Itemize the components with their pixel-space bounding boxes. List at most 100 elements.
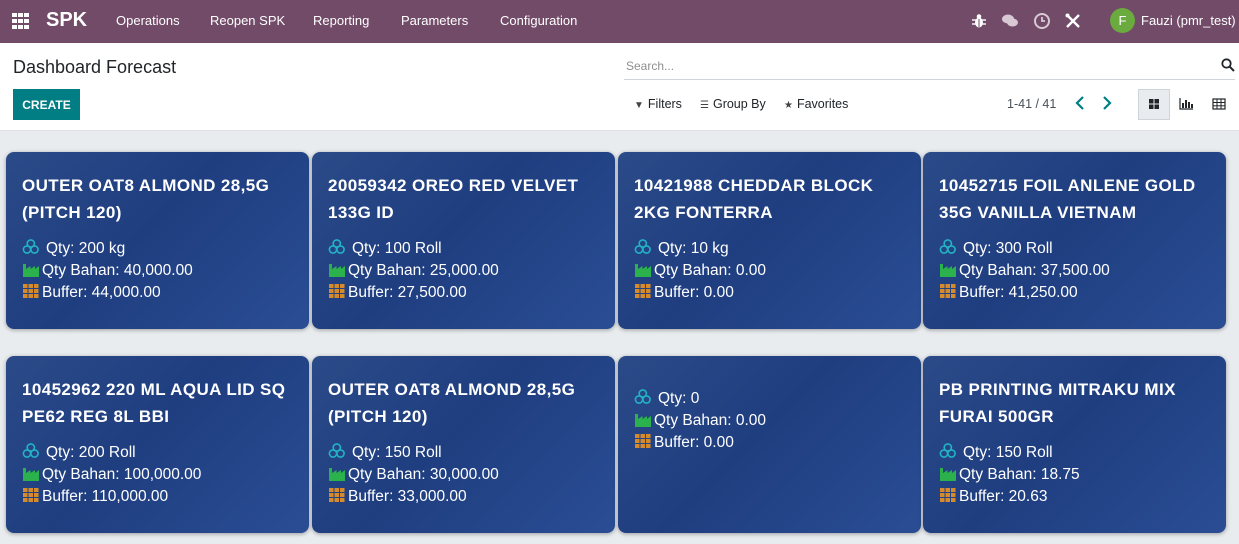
card-qty-bahan-value: Qty Bahan: 40,000.00 xyxy=(42,262,193,279)
industry-icon xyxy=(635,264,651,277)
user-avatar[interactable]: F xyxy=(1110,8,1135,33)
card-qty-bahan: Qty Bahan: 30,000.00 xyxy=(328,465,499,485)
card-buffer-value: Buffer: 41,250.00 xyxy=(959,284,1078,301)
menu-reporting[interactable]: Reporting xyxy=(313,13,369,28)
card-qty: Qty: 150 Roll xyxy=(328,443,442,463)
card-qty-value: Qty: 200 kg xyxy=(46,240,126,257)
menu-operations[interactable]: Operations xyxy=(116,13,180,28)
kanban-view-button[interactable] xyxy=(1138,89,1170,120)
card-title: 10452962 220 ML AQUA LID SQ PE62 REG 8L … xyxy=(22,380,286,426)
clock-icon[interactable] xyxy=(1033,12,1051,30)
card-qty-value: Qty: 150 Roll xyxy=(963,444,1053,461)
kanban-card[interactable]: 10452715 FOIL ANLENE GOLD 35G VANILLA VI… xyxy=(923,152,1226,329)
card-qty: Qty: 200 kg xyxy=(22,239,125,259)
card-qty: Qty: 300 Roll xyxy=(939,239,1053,259)
card-title: OUTER OAT8 ALMOND 28,5G (PITCH 120) xyxy=(22,176,270,222)
card-qty: Qty: 200 Roll xyxy=(22,443,136,463)
grid-icon xyxy=(23,284,39,298)
industry-icon xyxy=(329,264,345,277)
graph-view-button[interactable] xyxy=(1170,89,1202,120)
search-icon[interactable] xyxy=(1221,58,1235,72)
card-qty-bahan: Qty Bahan: 25,000.00 xyxy=(328,261,499,281)
card-buffer: Buffer: 27,500.00 xyxy=(328,283,467,303)
card-qty-bahan: Qty Bahan: 0.00 xyxy=(634,411,766,431)
card-qty-bahan-value: Qty Bahan: 25,000.00 xyxy=(348,262,499,279)
card-title: 10452715 FOIL ANLENE GOLD 35G VANILLA VI… xyxy=(939,176,1196,222)
menu-reopen-spk[interactable]: Reopen SPK xyxy=(210,13,285,28)
card-buffer-value: Buffer: 33,000.00 xyxy=(348,488,467,505)
card-buffer-value: Buffer: 0.00 xyxy=(654,284,734,301)
grid-icon xyxy=(635,284,651,298)
page-title: Dashboard Forecast xyxy=(13,57,177,77)
kanban-card[interactable]: Qty: 0 Qty Bahan: 0.00 Buffer: 0.00 xyxy=(618,356,921,533)
kanban-card[interactable]: OUTER OAT8 ALMOND 28,5G (PITCH 120) Qty: … xyxy=(312,356,615,533)
grid-icon xyxy=(940,488,956,502)
card-buffer-value: Buffer: 44,000.00 xyxy=(42,284,161,301)
card-qty-bahan-value: Qty Bahan: 30,000.00 xyxy=(348,466,499,483)
kanban-card[interactable]: 10452962 220 ML AQUA LID SQ PE62 REG 8L … xyxy=(6,356,309,533)
card-buffer-value: Buffer: 0.00 xyxy=(654,434,734,451)
pivot-view-button[interactable] xyxy=(1202,89,1234,120)
card-buffer: Buffer: 33,000.00 xyxy=(328,487,467,507)
filter-icon: ▼ xyxy=(634,100,644,111)
cubes-icon xyxy=(939,443,956,458)
cubes-icon xyxy=(634,389,651,404)
kanban-card[interactable]: OUTER OAT8 ALMOND 28,5G (PITCH 120) Qty: … xyxy=(6,152,309,329)
cubes-icon xyxy=(22,239,39,254)
list-icon: ☰ xyxy=(700,100,709,111)
cubes-icon xyxy=(22,443,39,458)
apps-menu-icon[interactable] xyxy=(12,13,30,29)
kanban-card[interactable]: 10421988 CHEDDAR BLOCK 2KG FONTERRA Qty: … xyxy=(618,152,921,329)
card-qty-value: Qty: 300 Roll xyxy=(963,240,1053,257)
cubes-icon xyxy=(634,239,651,254)
card-qty-bahan-value: Qty Bahan: 0.00 xyxy=(654,262,767,279)
menu-configuration[interactable]: Configuration xyxy=(500,13,577,28)
card-qty-value: Qty: 10 kg xyxy=(658,240,729,257)
favorites-button[interactable]: ★ Favorites xyxy=(784,97,848,111)
card-qty-value: Qty: 150 Roll xyxy=(352,444,442,461)
chat-icon[interactable] xyxy=(1001,12,1019,30)
table-icon xyxy=(1212,98,1226,110)
card-qty-bahan-value: Qty Bahan: 0.00 xyxy=(654,412,767,429)
card-qty-bahan: Qty Bahan: 0.00 xyxy=(634,261,766,281)
industry-icon xyxy=(940,468,956,481)
bug-icon[interactable] xyxy=(970,12,988,30)
create-button[interactable]: CREATE xyxy=(13,89,80,120)
card-qty-value: Qty: 200 Roll xyxy=(46,444,136,461)
industry-icon xyxy=(23,264,39,277)
card-qty: Qty: 0 xyxy=(634,389,699,409)
user-name[interactable]: Fauzi (pmr_test) xyxy=(1141,13,1236,28)
kanban-card[interactable]: 20059342 OREO RED VELVET 133G ID Qty: 100… xyxy=(312,152,615,329)
card-buffer: Buffer: 41,250.00 xyxy=(939,283,1078,303)
kanban-card[interactable]: PB PRINTING MITRAKU MIX FURAI 500GR Qty: … xyxy=(923,356,1226,533)
cubes-icon xyxy=(328,239,345,254)
menu-parameters[interactable]: Parameters xyxy=(401,13,468,28)
card-buffer-value: Buffer: 110,000.00 xyxy=(42,488,169,505)
card-buffer: Buffer: 0.00 xyxy=(634,283,734,303)
star-icon: ★ xyxy=(784,100,793,111)
tools-icon[interactable] xyxy=(1064,12,1082,30)
group-by-button[interactable]: ☰ Group By xyxy=(700,97,766,111)
grid-icon xyxy=(329,284,345,298)
search-input[interactable] xyxy=(626,56,1206,76)
cubes-icon xyxy=(328,443,345,458)
app-brand[interactable]: SPK xyxy=(46,9,87,32)
cubes-icon xyxy=(939,239,956,254)
pager-previous-icon[interactable] xyxy=(1073,95,1087,111)
card-buffer: Buffer: 110,000.00 xyxy=(22,487,168,507)
search-bar xyxy=(624,52,1235,80)
grid-icon xyxy=(329,488,345,502)
filters-button[interactable]: ▼ Filters xyxy=(634,97,682,111)
pager-value[interactable]: 1-41 / 41 xyxy=(1007,97,1056,111)
control-panel: Dashboard Forecast CREATE ▼Filters ☰Grou… xyxy=(0,43,1239,131)
pager-next-icon[interactable] xyxy=(1100,95,1114,111)
card-title: 10421988 CHEDDAR BLOCK 2KG FONTERRA xyxy=(634,176,874,222)
top-navbar: SPK Operations Reopen SPK Reporting Para… xyxy=(0,0,1239,43)
card-qty: Qty: 10 kg xyxy=(634,239,729,259)
grid-icon xyxy=(23,488,39,502)
industry-icon xyxy=(635,414,651,427)
grid-icon xyxy=(940,284,956,298)
favorites-label: Favorites xyxy=(796,97,849,111)
card-buffer: Buffer: 44,000.00 xyxy=(22,283,161,303)
bar-chart-icon xyxy=(1179,98,1193,110)
